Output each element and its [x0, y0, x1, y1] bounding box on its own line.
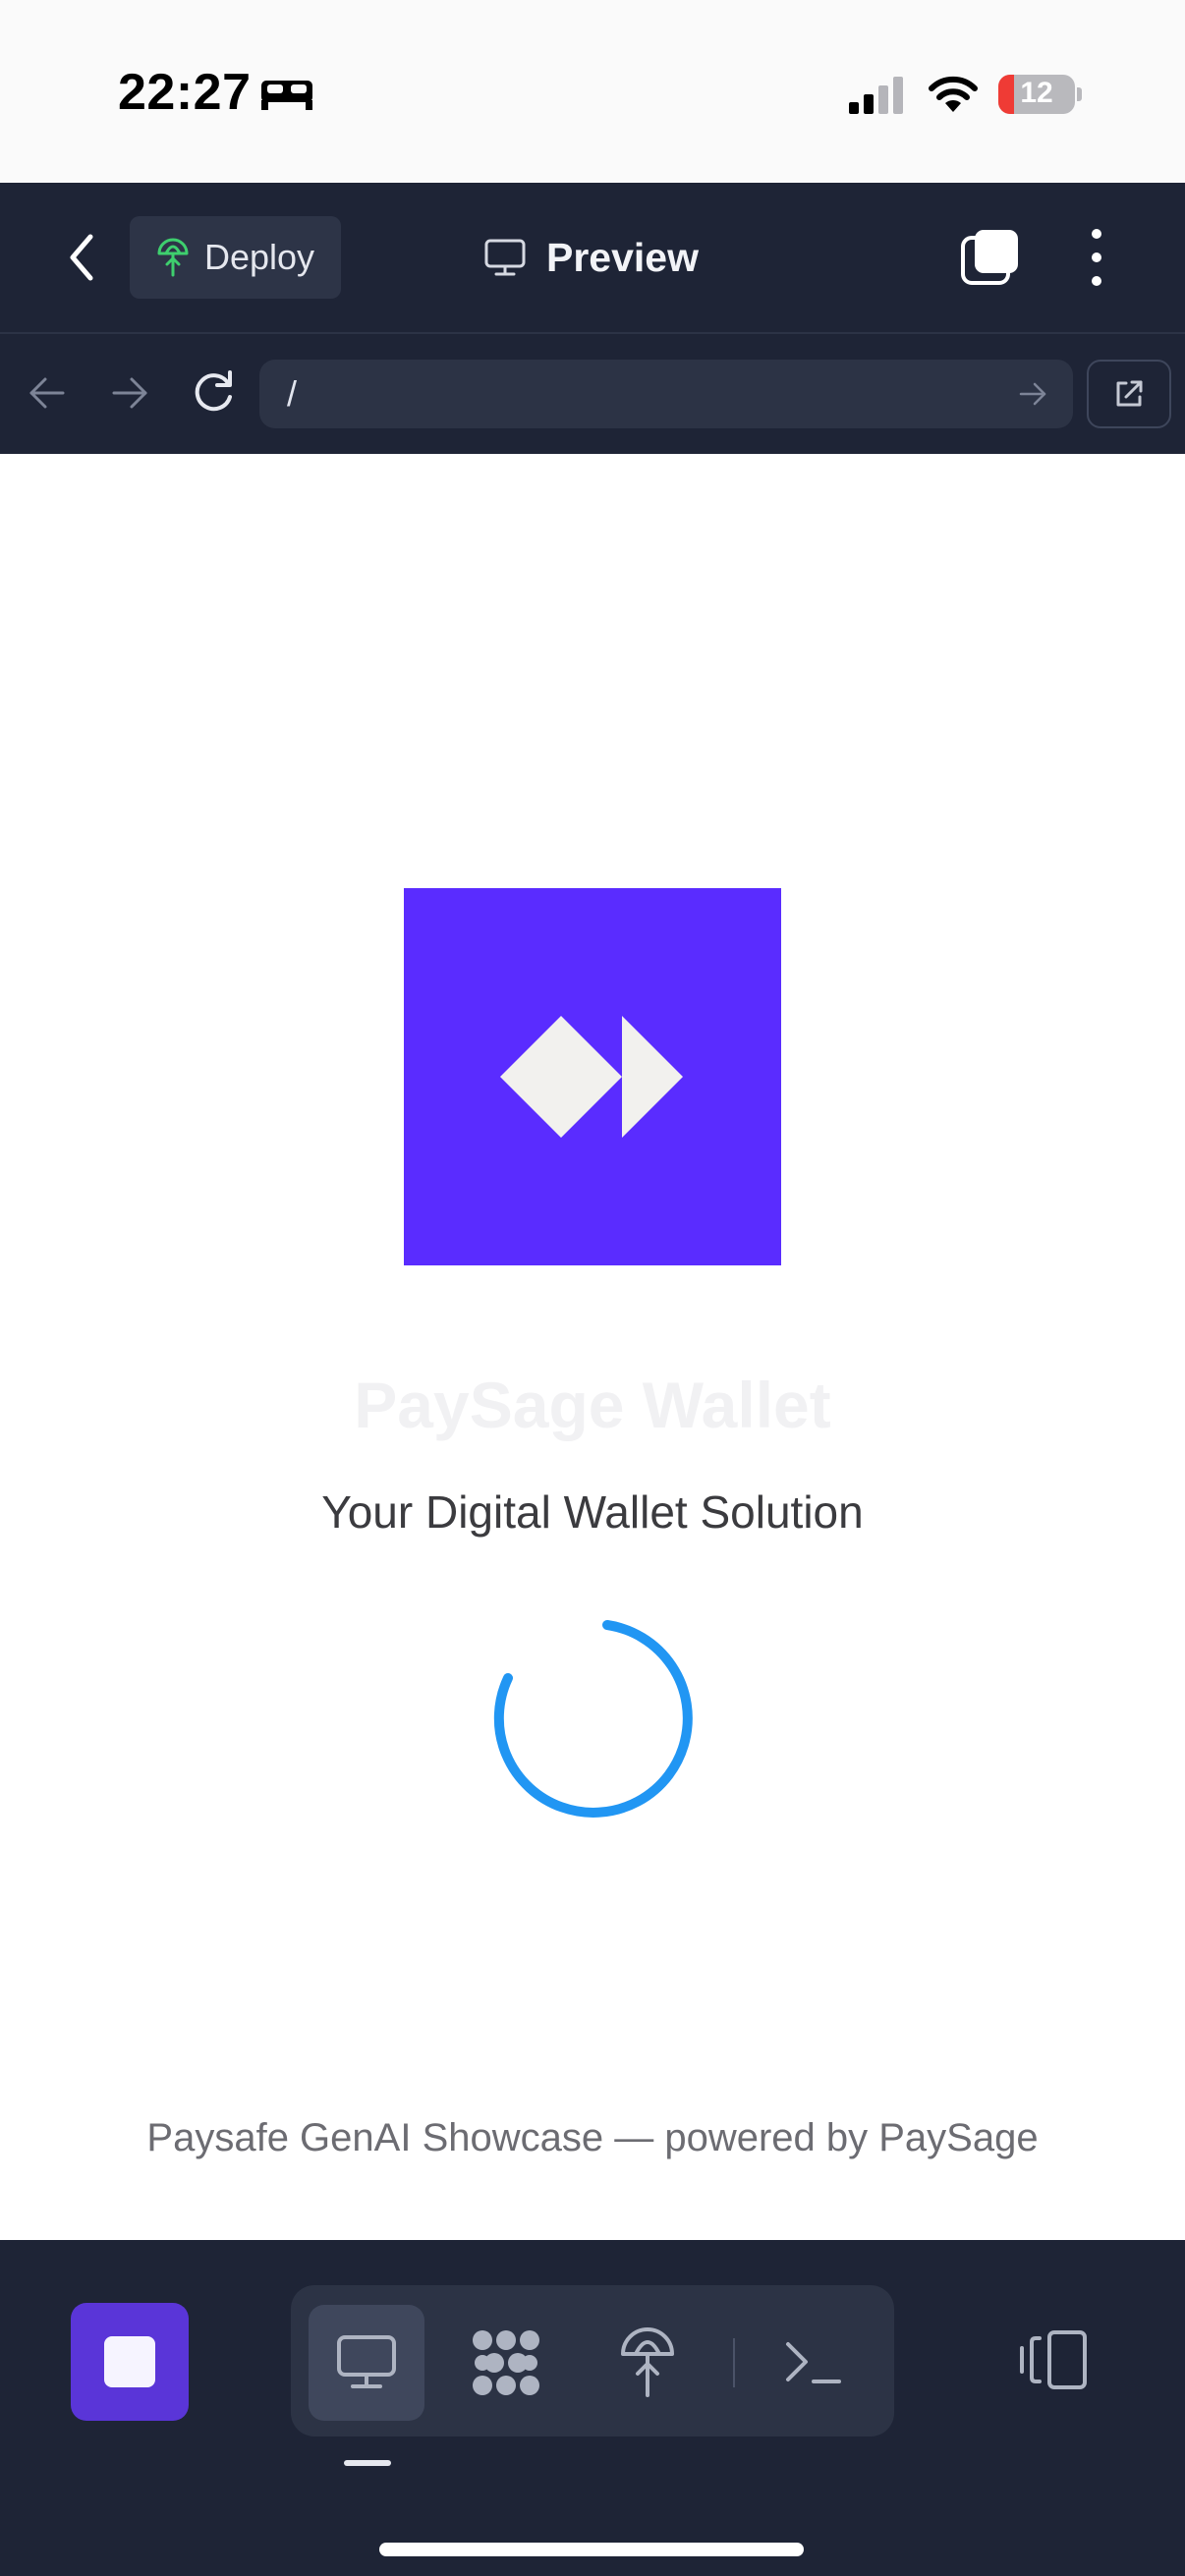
preview-tool-button[interactable]: [309, 2305, 424, 2421]
app-logo: [404, 888, 781, 1265]
monitor-icon: [484, 239, 526, 276]
chevron-left-icon: [70, 234, 93, 281]
bed-icon: [261, 81, 312, 110]
wifi-icon: [929, 76, 978, 112]
loading-spinner: [493, 1620, 693, 1818]
battery-nub: [1077, 87, 1082, 101]
app-header: Deploy Preview: [0, 183, 1185, 332]
page-title-label: Preview: [546, 234, 699, 280]
status-bar: 22:27 12: [0, 0, 1185, 183]
tool-divider: [733, 2338, 735, 2387]
deploy-icon: [621, 2327, 674, 2397]
tabs-icon[interactable]: [959, 226, 1022, 289]
stop-button[interactable]: [71, 2303, 189, 2421]
url-field[interactable]: /: [259, 360, 1073, 428]
footer-credit: Paysafe GenAI Showcase — powered by PayS…: [146, 2116, 1039, 2159]
reload-icon[interactable]: [189, 367, 238, 417]
cellular-signal-icon: [849, 77, 903, 114]
url-value: /: [287, 373, 298, 414]
home-indicator: [379, 2543, 804, 2556]
page-title: Preview: [483, 226, 699, 289]
open-external-button[interactable]: [1087, 360, 1171, 428]
external-link-icon: [1116, 380, 1143, 407]
tool-switcher: [291, 2285, 894, 2436]
active-tool-indicator: [344, 2460, 391, 2466]
go-arrow-icon[interactable]: [1018, 379, 1047, 409]
bottom-dock: [0, 2240, 1185, 2576]
deploy-icon: [157, 238, 189, 277]
battery-level: 12: [1020, 77, 1053, 109]
arrow-right-icon[interactable]: [108, 371, 151, 415]
nodes-icon: [473, 2330, 539, 2395]
terminal-icon: [786, 2342, 841, 2383]
console-tool-button[interactable]: [755, 2305, 871, 2421]
battery-icon: 12: [998, 75, 1075, 114]
device-toggle-icon[interactable]: [1018, 2328, 1091, 2391]
app-tagline: Your Digital Wallet Solution: [321, 1486, 864, 1538]
app-name: PaySage Wallet: [354, 1369, 831, 1441]
back-button[interactable]: [57, 226, 106, 289]
deploy-label: Deploy: [204, 237, 315, 277]
monitor-icon: [337, 2335, 396, 2388]
workflows-tool-button[interactable]: [448, 2305, 564, 2421]
stop-icon: [104, 2336, 155, 2387]
arrow-left-icon[interactable]: [26, 371, 69, 415]
deploy-tool-button[interactable]: [590, 2305, 705, 2421]
more-vertical-icon[interactable]: [1081, 226, 1112, 289]
deploy-button[interactable]: Deploy: [130, 216, 341, 299]
browser-toolbar: /: [0, 332, 1185, 454]
status-time: 22:27: [118, 64, 252, 121]
